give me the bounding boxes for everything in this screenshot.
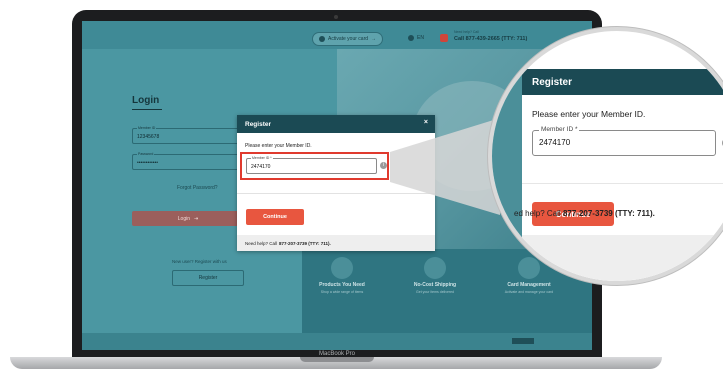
zoom-member-id-field[interactable]: Member ID * 2474170	[532, 126, 716, 156]
zoom-modal-body: Please enter your Member ID. Member ID *…	[522, 95, 723, 281]
info-icon[interactable]: i	[380, 162, 387, 169]
password-value: ••••••••••••	[137, 160, 159, 166]
member-id-value: 12345678	[137, 134, 160, 140]
modal-prompt: Please enter your Member ID.	[245, 143, 312, 149]
zoom-background	[492, 31, 522, 281]
phone-product-icon	[331, 257, 353, 279]
modal-member-id-label: Member ID *	[251, 156, 273, 160]
login-title-underline	[132, 109, 162, 110]
feature-desc: Shop a wide range of items	[320, 290, 364, 294]
close-icon[interactable]: ×	[424, 119, 428, 126]
zoom-modal-header: Register	[522, 69, 723, 95]
feature-shipping: No-Cost Shipping Get your items delivere…	[400, 257, 470, 295]
activate-card-label: Activate your card	[328, 36, 369, 42]
register-button[interactable]: Register	[172, 270, 244, 286]
member-id-label: Member ID	[137, 126, 157, 130]
forgot-password-link[interactable]: Forgot Password?	[177, 185, 218, 191]
truck-icon	[424, 257, 446, 279]
feature-title: No-Cost Shipping	[413, 282, 457, 288]
zoom-modal-title: Register	[532, 76, 573, 88]
zoom-member-id-label: Member ID *	[539, 126, 580, 133]
register-modal: Register × Please enter your Member ID. …	[237, 115, 435, 251]
login-button[interactable]: Login ⇥	[132, 211, 244, 226]
feature-title: Card Management	[507, 282, 551, 288]
login-arrow-icon: ⇥	[194, 215, 199, 222]
divider	[237, 193, 435, 194]
zoom-member-id-value: 2474170	[539, 138, 571, 147]
call-caption: Need help? Call	[454, 30, 479, 34]
arrow-right-icon: →	[371, 36, 377, 42]
password-field[interactable]: Password ••••••••••••	[132, 152, 244, 170]
zoom-footer	[522, 235, 723, 281]
feature-desc: Activate and manage your card	[504, 290, 554, 294]
zoom-content: Register Please enter your Member ID. Me…	[492, 31, 723, 281]
feature-products: Products You Need Shop a wide range of i…	[307, 257, 377, 295]
login-title: Login	[132, 95, 160, 106]
zoom-divider	[522, 183, 723, 184]
feature-title: Products You Need	[319, 282, 365, 288]
globe-icon	[408, 35, 414, 41]
modal-header: Register ×	[237, 115, 435, 133]
continue-button[interactable]: Continue	[246, 209, 304, 225]
language-label: EN	[417, 35, 424, 41]
zoom-help-phone[interactable]: 877-207-3739 (TTY: 711).	[563, 209, 655, 218]
zoom-help-prefix: ed help? Call	[514, 209, 561, 218]
help-prefix: Need help? Call	[245, 240, 278, 246]
help-phone-link[interactable]: 877-207-3739 (TTY: 711).	[279, 241, 331, 246]
modal-title: Register	[245, 120, 272, 128]
login-button-label: Login	[177, 215, 191, 222]
member-id-field[interactable]: Member ID 12345678	[132, 126, 244, 144]
camera-icon	[334, 15, 338, 19]
password-label: Password	[137, 152, 155, 156]
zoom-footer-text: ed help? Call 877-207-3739 (TTY: 711).	[514, 209, 655, 218]
activate-card-button[interactable]: Activate your card →	[312, 32, 384, 46]
modal-member-id-field[interactable]: Member ID * 2474170	[246, 156, 377, 174]
phone-icon	[440, 34, 448, 42]
zoom-prompt: Please enter your Member ID.	[532, 109, 646, 119]
modal-footer: Need help? Call 877-207-3739 (TTY: 711).	[237, 235, 435, 251]
footer-logo	[512, 338, 534, 344]
language-selector[interactable]: EN	[408, 35, 424, 41]
feature-desc: Get your items delivered	[416, 290, 454, 294]
zoom-magnifier: Register Please enter your Member ID. Me…	[488, 27, 723, 285]
laptop-notch	[300, 357, 374, 362]
card-icon	[319, 36, 325, 42]
modal-member-id-value: 2474170	[251, 164, 271, 170]
stage: Activate your card → EN Need help? Call …	[0, 0, 723, 375]
new-user-text: New user? Register with us	[172, 259, 227, 264]
laptop-brand: MacBook Pro	[318, 351, 355, 357]
